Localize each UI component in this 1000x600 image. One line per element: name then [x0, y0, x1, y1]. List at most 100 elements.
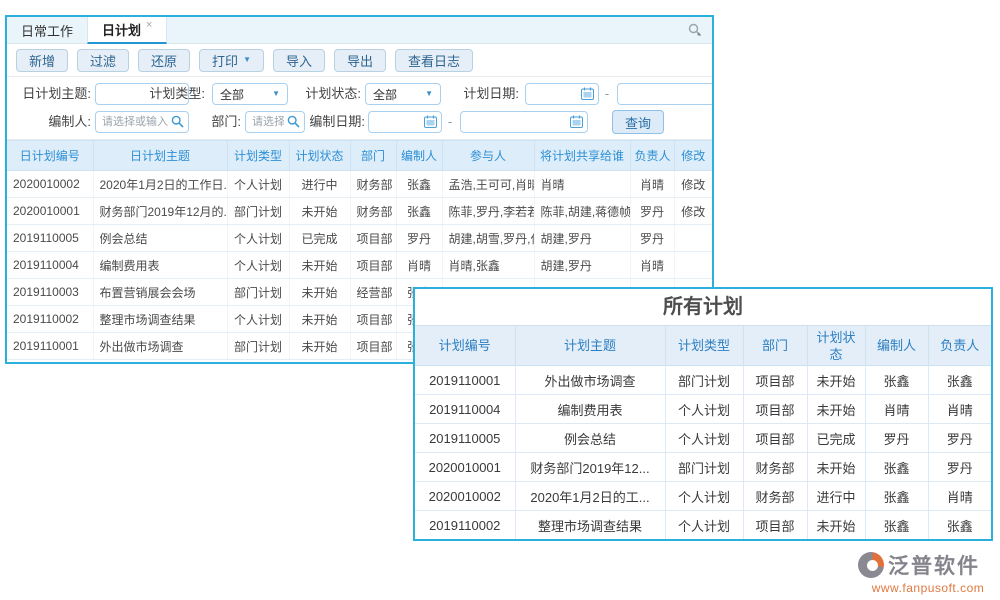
plan-status: 未开始	[289, 333, 350, 360]
export-button[interactable]: 导出	[334, 49, 386, 72]
plan-owner-link[interactable]: 罗丹	[630, 225, 674, 252]
plan-type: 个人计划	[665, 511, 743, 540]
col-share[interactable]: 将计划共享给谁	[534, 141, 630, 171]
col-type[interactable]: 计划类型	[665, 326, 743, 366]
dept-label: 部门:	[179, 111, 241, 133]
plan-id-link[interactable]: 2020010002	[7, 171, 93, 198]
create-date-end-input[interactable]	[460, 111, 588, 133]
plan-owner: 张鑫	[928, 366, 991, 395]
chevron-down-icon: ▼	[425, 90, 433, 98]
plan-creator: 张鑫	[865, 511, 928, 540]
plan-type: 个人计划	[227, 252, 289, 279]
plan-id: 2019110005	[415, 424, 515, 453]
col-status[interactable]: 计划状态	[807, 326, 865, 366]
col-plan-id[interactable]: 日计划编号	[7, 141, 93, 171]
plan-type: 个人计划	[227, 306, 289, 333]
col-type[interactable]: 计划类型	[227, 141, 289, 171]
calendar-icon[interactable]	[581, 87, 594, 100]
create-date-start[interactable]	[368, 111, 442, 133]
col-owner[interactable]: 负责人	[928, 326, 991, 366]
status-label: 计划状态:	[291, 83, 361, 105]
tab-daily-work[interactable]: 日常工作	[7, 17, 87, 43]
search-icon[interactable]	[688, 23, 702, 37]
plan-id-link[interactable]: 2020010001	[7, 198, 93, 225]
plan-owner-link[interactable]: 肖晴	[630, 171, 674, 198]
col-subject[interactable]: 日计划主题	[93, 141, 227, 171]
plan-status: 未开始	[289, 306, 350, 333]
plan-owner: 肖晴	[928, 482, 991, 511]
plan-subject-link[interactable]: 编制费用表	[93, 252, 227, 279]
tab-daily-plan[interactable]: 日计划 ×	[87, 17, 167, 44]
col-plan-id[interactable]: 计划编号	[415, 326, 515, 366]
table-row: 2020010001 财务部门2019年12月的... 部门计划 未开始 财务部…	[7, 198, 712, 225]
col-status[interactable]: 计划状态	[289, 141, 350, 171]
status-select[interactable]: 全部 ▼	[365, 83, 441, 105]
close-icon[interactable]: ×	[146, 19, 152, 31]
print-button[interactable]: 打印▼	[199, 49, 264, 72]
plan-creator: 张鑫	[865, 366, 928, 395]
plan-status: 未开始	[807, 366, 865, 395]
col-modify[interactable]: 修改	[674, 141, 712, 171]
plan-owner: 罗丹	[928, 453, 991, 482]
table-row: 2019110005 例会总结 个人计划 已完成 项目部 罗丹 胡建,胡雪,罗丹…	[7, 225, 712, 252]
col-participants[interactable]: 参与人	[442, 141, 534, 171]
import-button[interactable]: 导入	[273, 49, 325, 72]
create-date-end[interactable]	[460, 111, 588, 133]
all-plans-panel: 所有计划 计划编号 计划主题 计划类型 部门 计划状态 编制人 负责人 2019…	[413, 287, 993, 541]
tab-daily-work-label: 日常工作	[21, 21, 73, 40]
type-select[interactable]: 全部 ▼	[212, 83, 288, 105]
calendar-icon[interactable]	[570, 115, 583, 128]
new-button[interactable]: 新增	[16, 49, 68, 72]
plan-status: 未开始	[289, 198, 350, 225]
plan-dept: 项目部	[743, 511, 807, 540]
plan-id-link[interactable]: 2019110003	[7, 279, 93, 306]
plan-date-end-input[interactable]	[617, 83, 714, 105]
col-dept[interactable]: 部门	[743, 326, 807, 366]
plan-type: 个人计划	[665, 482, 743, 511]
plan-owner-link[interactable]: 罗丹	[630, 198, 674, 225]
plan-subject-link[interactable]: 外出做市场调查	[93, 333, 227, 360]
table-row: 2019110005 例会总结 个人计划 项目部 已完成 罗丹 罗丹	[415, 424, 991, 453]
table-row: 2019110002 整理市场调查结果 个人计划 项目部 未开始 张鑫 张鑫	[415, 511, 991, 540]
dept-picker[interactable]	[245, 111, 305, 133]
view-log-button[interactable]: 查看日志	[395, 49, 473, 72]
plan-id-link[interactable]: 2019110005	[7, 225, 93, 252]
plan-dept: 财务部	[743, 482, 807, 511]
plan-subject-link[interactable]: 整理市场调查结果	[93, 306, 227, 333]
modify-link[interactable]: 修改	[674, 171, 712, 198]
plan-type: 部门计划	[665, 366, 743, 395]
magnifier-icon[interactable]	[287, 115, 300, 128]
plan-owner: 张鑫	[928, 511, 991, 540]
fanpu-logo: 泛普软件 www.fanpusoft.com	[858, 550, 998, 595]
plan-subject-link[interactable]: 2020年1月2日的工作日...	[93, 171, 227, 198]
plan-id: 2020010002	[415, 482, 515, 511]
plan-creator: 张鑫	[396, 198, 442, 225]
plan-creator: 罗丹	[865, 424, 928, 453]
modify-cell	[674, 252, 712, 279]
plan-subject-link[interactable]: 财务部门2019年12月的...	[93, 198, 227, 225]
plan-owner-link[interactable]: 肖晴	[630, 252, 674, 279]
create-date-label: 编制日期:	[307, 111, 365, 133]
tab-daily-plan-label: 日计划	[102, 20, 141, 39]
filter-button[interactable]: 过滤	[77, 49, 129, 72]
modify-link[interactable]: 修改	[674, 198, 712, 225]
plan-id-link[interactable]: 2019110001	[7, 333, 93, 360]
plan-id-link[interactable]: 2019110002	[7, 306, 93, 333]
col-owner[interactable]: 负责人	[630, 141, 674, 171]
fanpu-logo-url: www.fanpusoft.com	[858, 581, 998, 595]
calendar-icon[interactable]	[424, 115, 437, 128]
plan-type: 个人计划	[227, 225, 289, 252]
plan-participants: 胡建,胡雪,罗丹,任晓...	[442, 225, 534, 252]
plan-subject-link[interactable]: 例会总结	[93, 225, 227, 252]
col-creator[interactable]: 编制人	[865, 326, 928, 366]
page: 日常工作 日计划 × 新增 过滤 还原 打印▼ 导入 导出 查看日志	[0, 0, 1000, 600]
col-dept[interactable]: 部门	[350, 141, 396, 171]
plan-id-link[interactable]: 2019110004	[7, 252, 93, 279]
query-button[interactable]: 查询	[612, 110, 664, 134]
restore-button[interactable]: 还原	[138, 49, 190, 72]
col-subject[interactable]: 计划主题	[515, 326, 665, 366]
col-creator[interactable]: 编制人	[396, 141, 442, 171]
plan-subject-link[interactable]: 布置营销展会会场	[93, 279, 227, 306]
creator-picker[interactable]	[95, 111, 189, 133]
plan-date-start[interactable]	[525, 83, 599, 105]
